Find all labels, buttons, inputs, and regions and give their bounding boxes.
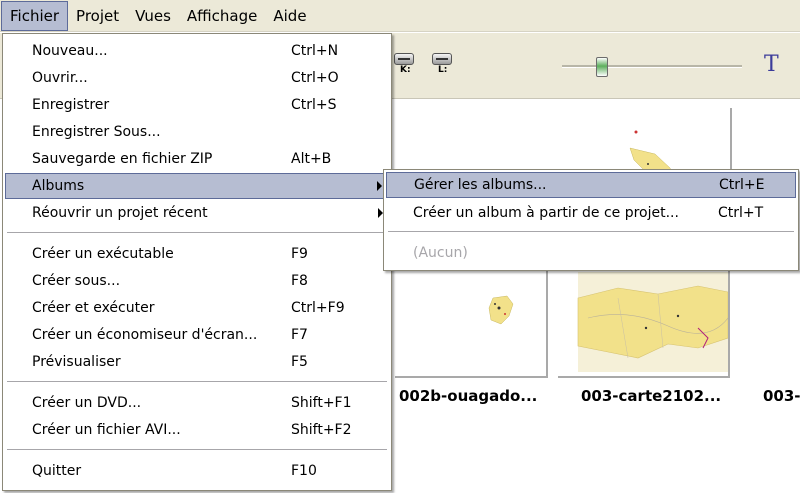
submenu-arrow-icon (377, 181, 382, 191)
menu-item-shortcut: Ctrl+T (718, 205, 764, 221)
menu-item-shortcut: Shift+F1 (291, 395, 352, 411)
thumbnail-002b[interactable] (395, 268, 548, 378)
menu-item-shortcut: Ctrl+O (291, 70, 339, 86)
menu-item-label: Quitter (32, 463, 82, 479)
menu-item-shortcut: Ctrl+E (719, 177, 765, 193)
menu-item-quitter[interactable]: Quitter F10 (5, 458, 389, 484)
drive-k-icon[interactable]: K: (392, 51, 416, 75)
menu-item-label: Créer un fichier AVI... (32, 422, 181, 438)
menu-item-shortcut: F7 (291, 327, 308, 343)
menu-item-label: Créer un exécutable (32, 246, 174, 262)
menu-item-label: Prévisualiser (32, 354, 121, 370)
menu-affichage[interactable]: Affichage (179, 1, 265, 31)
map-image (577, 272, 728, 372)
menu-item-sauvegarde-zip[interactable]: Sauvegarde en fichier ZIP Alt+B (5, 146, 389, 172)
app-window: Fichier Projet Vues Affichage Aide K: L:… (0, 0, 800, 493)
menu-item-shortcut: F5 (291, 354, 308, 370)
thumbnail-caption[interactable]: 003-carte2102... (581, 387, 721, 405)
menu-item-ouvrir[interactable]: Ouvrir... Ctrl+O (5, 65, 389, 91)
menu-item-creer-dvd[interactable]: Créer un DVD... Shift+F1 (5, 390, 389, 416)
menu-fichier[interactable]: Fichier (1, 0, 69, 31)
zoom-slider-track[interactable] (562, 65, 742, 68)
menu-separator (388, 231, 794, 233)
menu-separator (7, 232, 387, 234)
menu-item-label: Créer un DVD... (32, 395, 142, 411)
menu-item-label: Ouvrir... (32, 70, 88, 86)
thumbnail-caption[interactable]: 002b-ouagado... (399, 387, 537, 405)
menu-item-shortcut: F10 (291, 463, 317, 479)
menu-bar: Fichier Projet Vues Affichage Aide (0, 0, 800, 32)
menu-aide[interactable]: Aide (265, 1, 314, 31)
albums-submenu: Gérer les albums... Ctrl+E Créer un albu… (383, 169, 799, 271)
thumbnail-caption[interactable]: 003- (763, 387, 800, 405)
menu-item-label: (Aucun) (413, 245, 468, 261)
menu-item-enregistrer[interactable]: Enregistrer Ctrl+S (5, 92, 389, 118)
menu-item-creer-executer[interactable]: Créer et exécuter Ctrl+F9 (5, 295, 389, 321)
menu-projet[interactable]: Projet (68, 1, 127, 31)
menu-item-gerer-albums[interactable]: Gérer les albums... Ctrl+E (386, 172, 796, 198)
menu-item-label: Créer un album à partir de ce projet... (413, 205, 679, 221)
zoom-slider-thumb[interactable] (596, 57, 608, 77)
menu-item-label: Créer un économiseur d'écran... (32, 327, 258, 343)
menu-separator (7, 381, 387, 383)
drive-l-label: L: (438, 65, 448, 75)
menu-item-label: Enregistrer Sous... (32, 124, 161, 140)
menu-item-previsualiser[interactable]: Prévisualiser F5 (5, 349, 389, 375)
menu-item-label: Créer et exécuter (32, 300, 155, 316)
drive-k-label: K: (400, 65, 411, 75)
menu-vues[interactable]: Vues (127, 1, 179, 31)
menu-item-aucun: (Aucun) (386, 240, 796, 266)
menu-item-economiseur[interactable]: Créer un économiseur d'écran... F7 (5, 322, 389, 348)
menu-item-creer-sous[interactable]: Créer sous... F8 (5, 268, 389, 294)
menu-item-albums[interactable]: Albums (5, 173, 389, 199)
menu-item-shortcut: Shift+F2 (291, 422, 352, 438)
menu-item-label: Gérer les albums... (414, 177, 547, 193)
menu-item-label: Créer sous... (32, 273, 121, 289)
menu-item-shortcut: Ctrl+N (291, 43, 339, 59)
menu-item-label: Albums (32, 178, 85, 194)
text-tool-icon[interactable]: T (764, 52, 779, 77)
menu-item-label: Sauvegarde en fichier ZIP (32, 151, 213, 167)
menu-item-label: Réouvrir un projet récent (32, 205, 208, 221)
drive-l-icon[interactable]: L: (430, 51, 454, 75)
map-image (488, 295, 514, 325)
menu-item-shortcut: F8 (291, 273, 308, 289)
menu-item-shortcut: Ctrl+S (291, 97, 337, 113)
menu-item-reouvrir[interactable]: Réouvrir un projet récent (5, 200, 389, 226)
menu-item-creer-album[interactable]: Créer un album à partir de ce projet... … (386, 200, 796, 226)
menu-separator (7, 449, 387, 451)
file-menu: Nouveau... Ctrl+N Ouvrir... Ctrl+O Enreg… (2, 33, 392, 491)
menu-item-label: Nouveau... (32, 43, 108, 59)
menu-item-label: Enregistrer (32, 97, 110, 113)
menu-item-creer-executable[interactable]: Créer un exécutable F9 (5, 241, 389, 267)
menu-item-shortcut: Alt+B (291, 151, 332, 167)
menu-item-enregistrer-sous[interactable]: Enregistrer Sous... (5, 119, 389, 145)
menu-item-creer-avi[interactable]: Créer un fichier AVI... Shift+F2 (5, 417, 389, 443)
menu-item-shortcut: Ctrl+F9 (291, 300, 345, 316)
thumbnail-003[interactable] (558, 268, 730, 378)
menu-item-nouveau[interactable]: Nouveau... Ctrl+N (5, 38, 389, 64)
menu-item-shortcut: F9 (291, 246, 308, 262)
